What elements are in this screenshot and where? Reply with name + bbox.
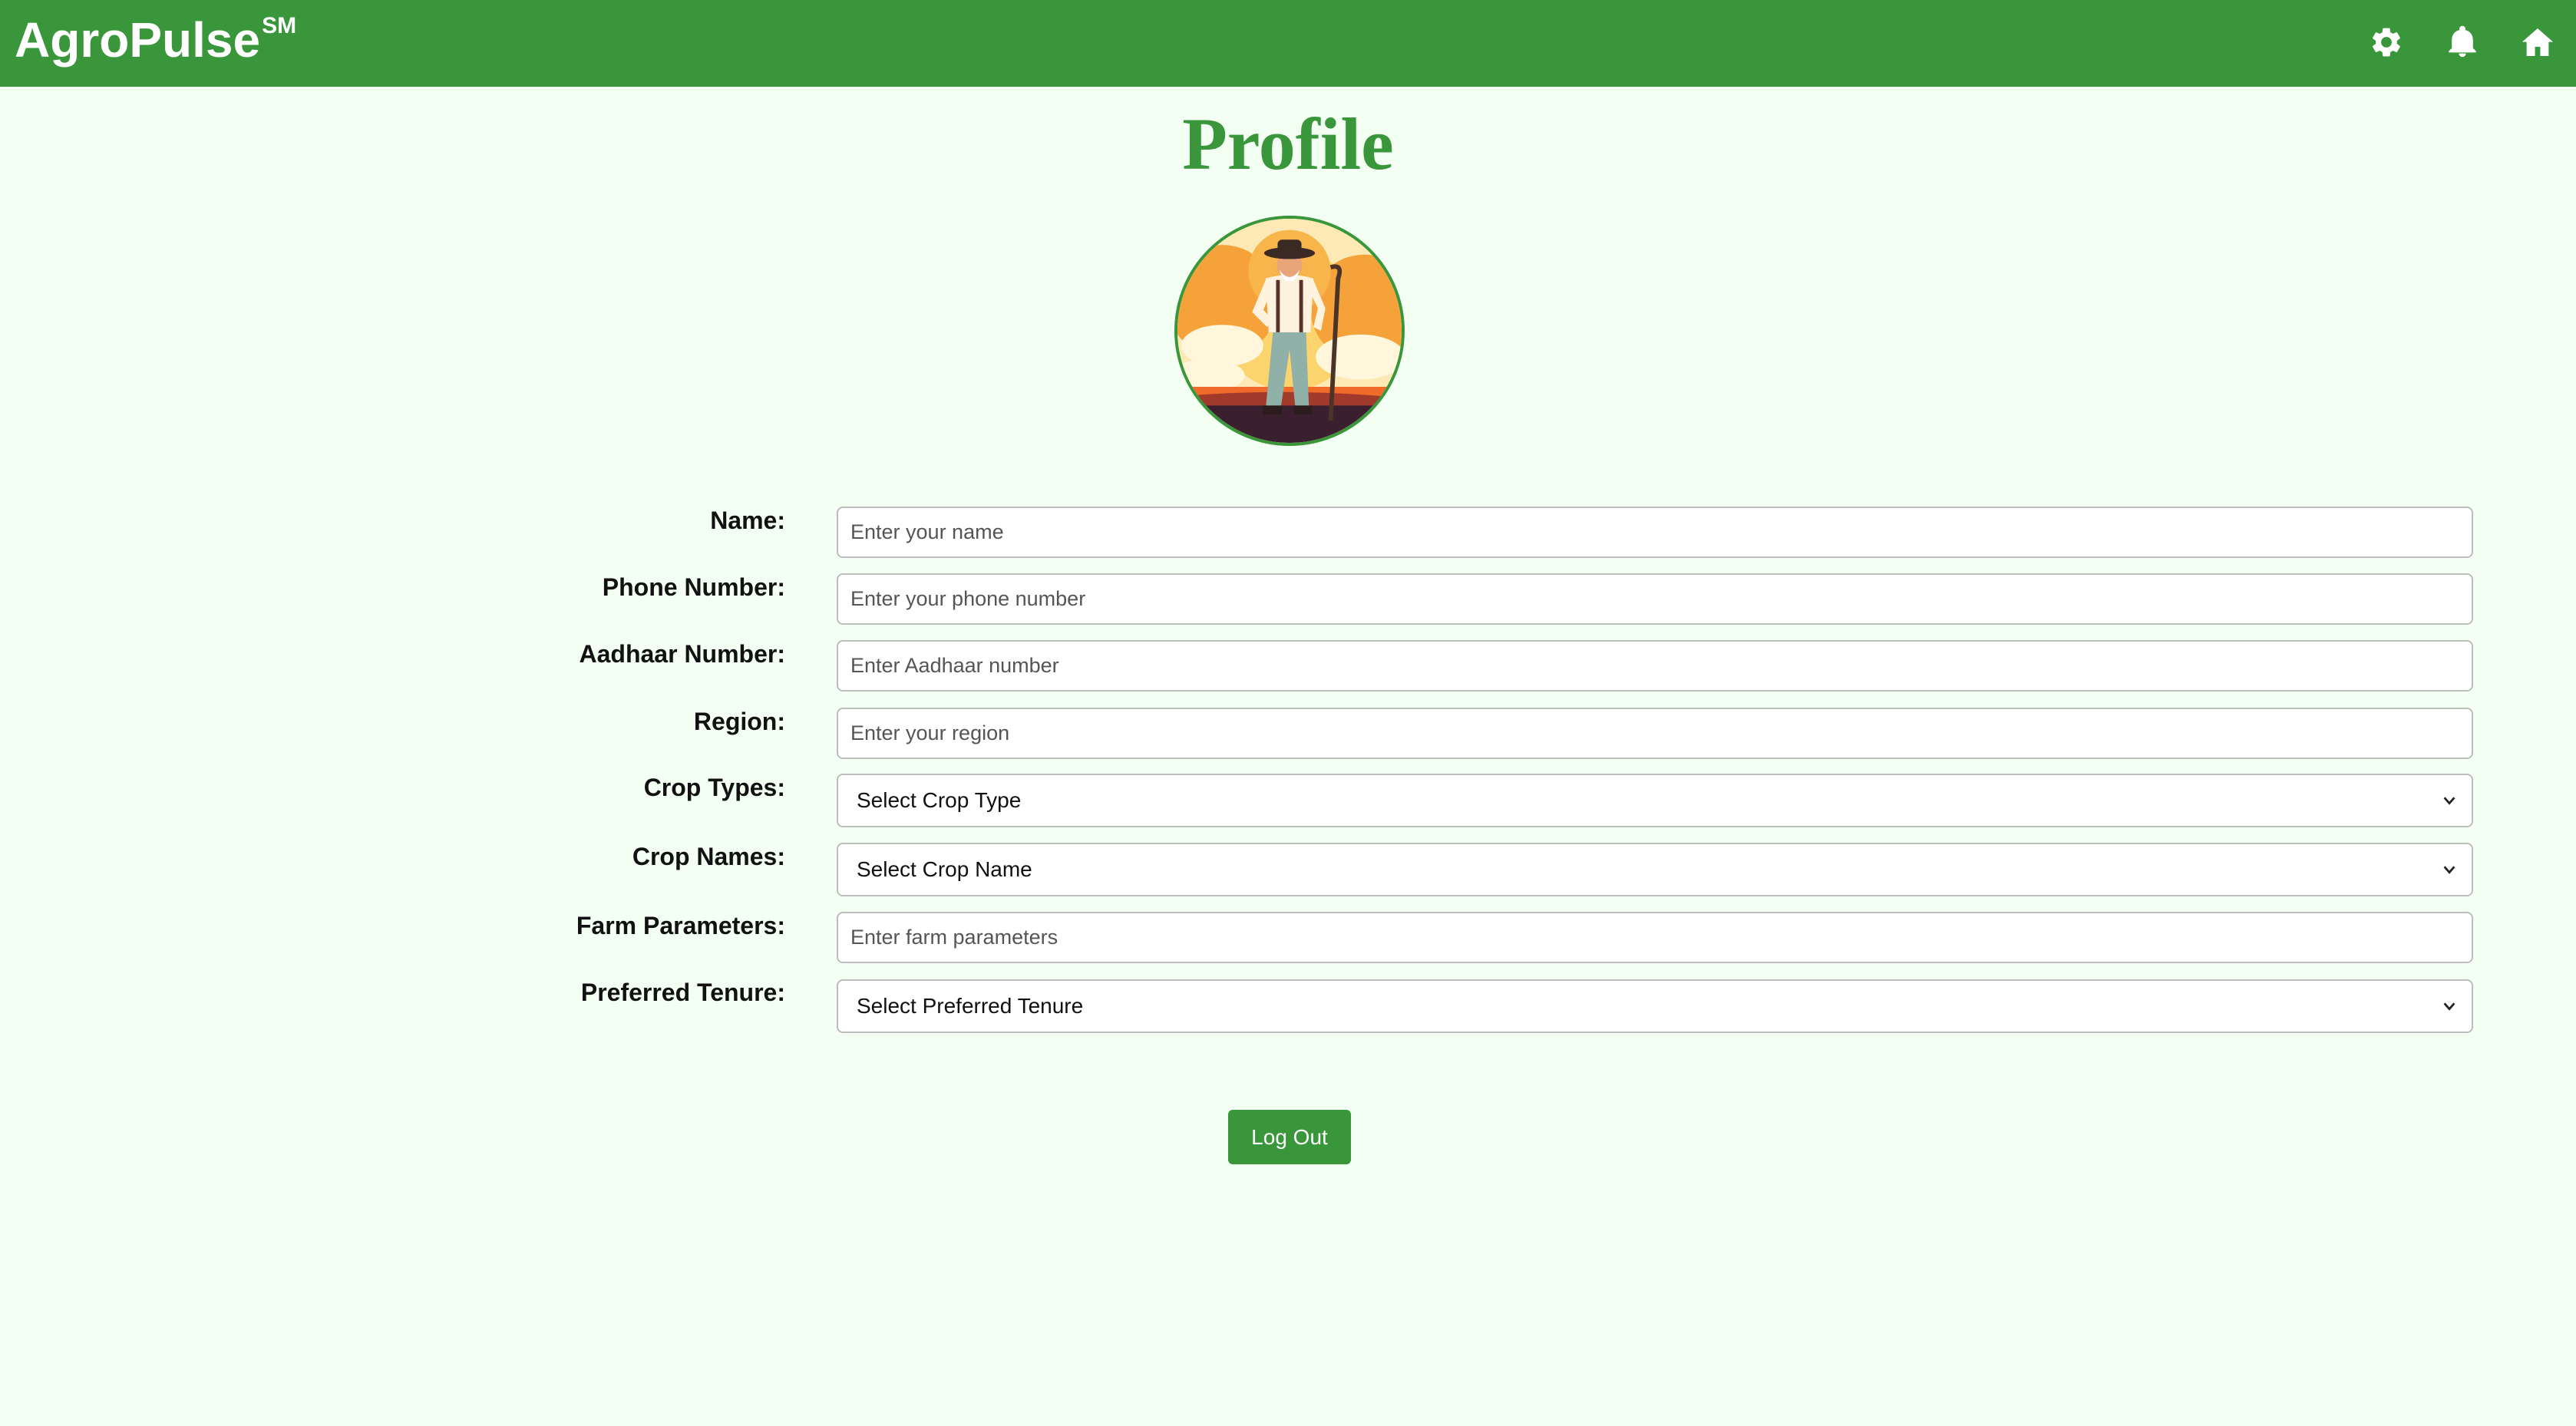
- phone-number-input[interactable]: [837, 573, 2473, 625]
- preferred-tenure-select[interactable]: Select Preferred Tenure: [837, 979, 2473, 1033]
- crop-name-selected-value: Select Crop Name: [857, 857, 1032, 881]
- preferred-tenure-label: Preferred Tenure:: [580, 979, 785, 1006]
- farm-parameters-label: Farm Parameters:: [576, 912, 785, 939]
- aadhaar-number-label: Aadhaar Number:: [579, 640, 786, 668]
- farmer-illustration: [1177, 219, 1402, 443]
- region-input[interactable]: [837, 708, 2473, 759]
- brand-logo[interactable]: AgroPulseSM: [15, 11, 296, 70]
- name-input[interactable]: [837, 507, 2473, 558]
- region-label: Region:: [693, 708, 785, 735]
- farm-parameters-input[interactable]: [837, 912, 2473, 963]
- top-navbar: AgroPulseSM: [0, 0, 2576, 87]
- chevron-down-icon: [2443, 866, 2455, 874]
- chevron-down-icon: [2443, 797, 2455, 805]
- crop-type-select[interactable]: Select Crop Type: [837, 774, 2473, 827]
- chevron-down-icon: [2443, 1002, 2455, 1011]
- logout-button[interactable]: Log Out: [1228, 1110, 1351, 1164]
- preferred-tenure-selected-value: Select Preferred Tenure: [857, 994, 1084, 1018]
- crop-names-label: Crop Names:: [632, 843, 785, 870]
- aadhaar-number-input[interactable]: [837, 640, 2473, 692]
- page-title: Profile: [1182, 103, 1394, 185]
- gear-icon[interactable]: [2369, 25, 2404, 60]
- profile-avatar[interactable]: [1174, 216, 1405, 446]
- crop-name-select[interactable]: Select Crop Name: [837, 843, 2473, 896]
- bell-icon[interactable]: [2445, 25, 2480, 60]
- crop-types-label: Crop Types:: [643, 774, 785, 801]
- brand-service-mark: SM: [262, 13, 297, 38]
- name-label: Name:: [710, 507, 785, 534]
- brand-name: AgroPulse: [15, 12, 261, 68]
- phone-number-label: Phone Number:: [602, 573, 785, 601]
- home-icon[interactable]: [2520, 25, 2555, 60]
- crop-type-selected-value: Select Crop Type: [857, 788, 1022, 812]
